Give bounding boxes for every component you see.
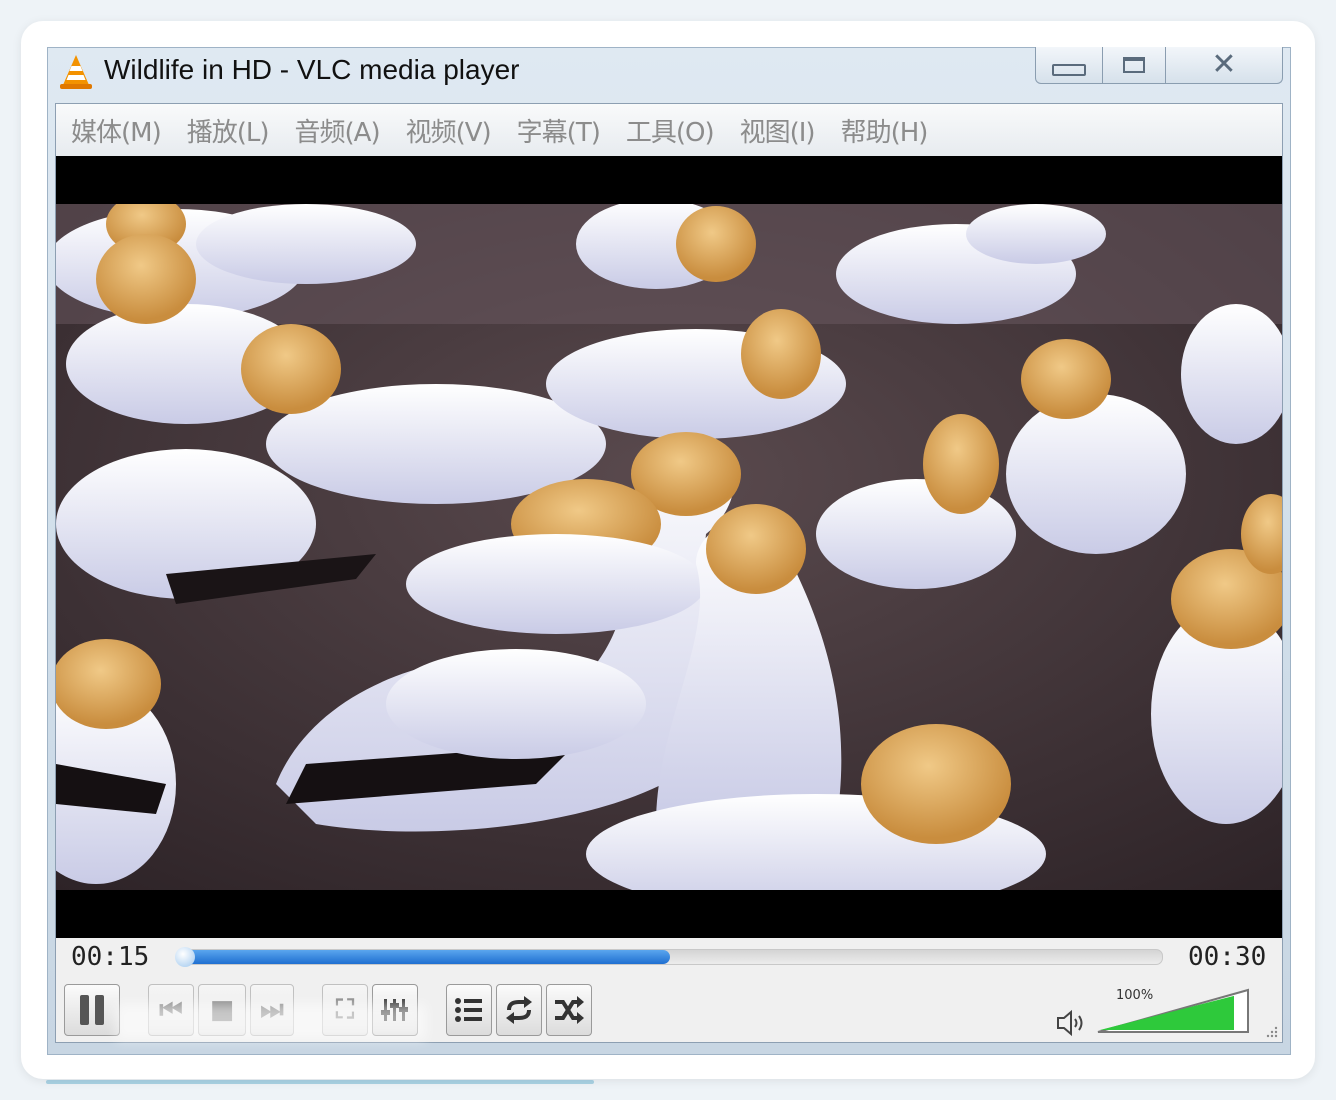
watermark-smudge	[116, 1004, 426, 1040]
menu-audio[interactable]: 音频(A)	[280, 112, 391, 149]
window-title: Wildlife in HD - VLC media player	[104, 54, 520, 85]
window-controls: ✕	[1035, 47, 1283, 84]
pause-button[interactable]	[64, 984, 120, 1036]
minimize-button[interactable]	[1036, 47, 1103, 83]
seek-handle[interactable]	[175, 947, 195, 967]
menu-tools[interactable]: 工具(O)	[611, 112, 725, 149]
loop-button[interactable]	[496, 984, 542, 1036]
shuffle-icon	[555, 996, 584, 1024]
maximize-icon	[1123, 57, 1145, 73]
vlc-window: Wildlife in HD - VLC media player ✕ 媒体(M…	[47, 47, 1291, 1055]
minimize-icon	[1052, 64, 1086, 76]
menu-view[interactable]: 视图(I)	[725, 112, 826, 149]
menu-bar: 媒体(M) 播放(L) 音频(A) 视频(V) 字幕(T) 工具(O) 视图(I…	[56, 104, 1282, 156]
background-accent-bar	[46, 1080, 594, 1084]
menu-subtitle[interactable]: 字幕(T)	[502, 112, 611, 149]
shuffle-button[interactable]	[546, 984, 592, 1036]
close-button[interactable]: ✕	[1166, 47, 1282, 83]
elapsed-time: 00:15	[71, 942, 150, 972]
menu-video[interactable]: 视频(V)	[391, 112, 502, 149]
video-frame-image	[56, 204, 1282, 890]
close-icon: ✕	[1211, 47, 1237, 82]
playlist-button[interactable]	[446, 984, 492, 1036]
resize-grip-icon[interactable]	[1264, 1024, 1278, 1038]
menu-media[interactable]: 媒体(M)	[56, 112, 172, 149]
video-frame	[56, 204, 1282, 890]
loop-icon	[506, 996, 532, 1024]
speaker-icon[interactable]	[1056, 1009, 1088, 1037]
playlist-icon	[455, 998, 482, 1022]
menu-playback[interactable]: 播放(L)	[172, 112, 280, 149]
video-area[interactable]	[56, 156, 1282, 938]
menu-help[interactable]: 帮助(H)	[826, 112, 939, 149]
title-bar[interactable]: Wildlife in HD - VLC media player ✕	[48, 47, 1290, 103]
seek-bar[interactable]	[175, 947, 1163, 967]
client-area: 媒体(M) 播放(L) 音频(A) 视频(V) 字幕(T) 工具(O) 视图(I…	[55, 103, 1283, 1043]
seek-progress	[177, 950, 670, 964]
maximize-button[interactable]	[1103, 47, 1166, 83]
vlc-cone-icon	[60, 55, 92, 89]
pause-icon	[80, 995, 104, 1025]
volume-label: 100%	[1116, 988, 1154, 1003]
total-time: 00:30	[1188, 942, 1267, 972]
